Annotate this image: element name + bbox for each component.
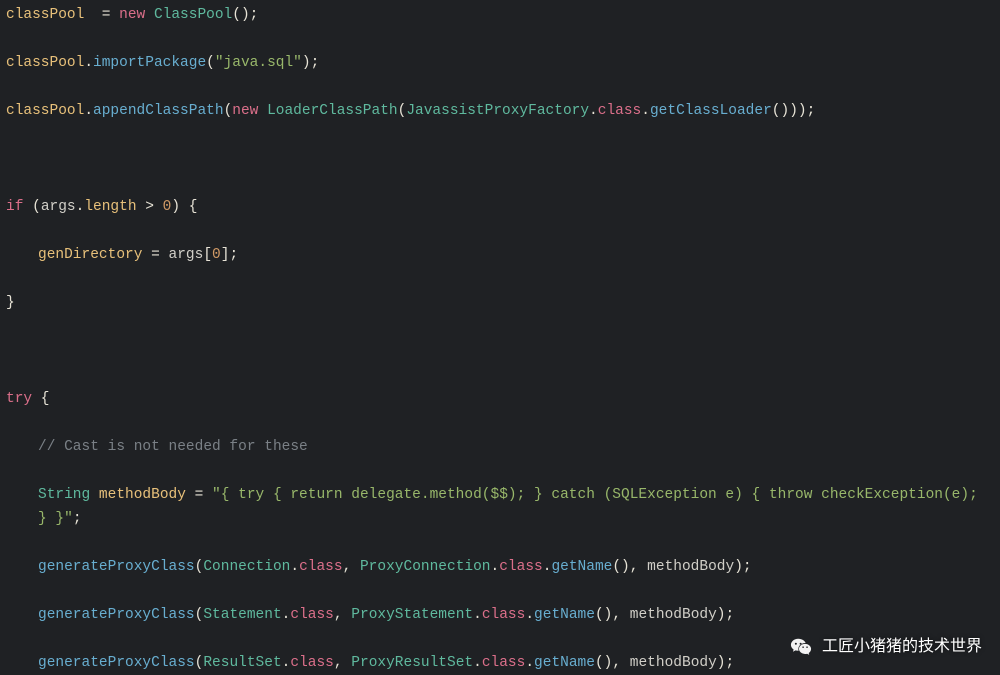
wechat-watermark: 工匠小猪猪的技术世界: [790, 635, 982, 659]
code-line: String methodBody = "{ try { return dele…: [6, 483, 994, 531]
wechat-icon: [790, 636, 812, 658]
code-line: generateProxyClass(Statement.class, Prox…: [6, 603, 994, 627]
code-line: classPool = new ClassPool();: [6, 3, 994, 27]
code-editor[interactable]: classPool = new ClassPool(); classPool.i…: [0, 0, 1000, 675]
code-line: if (args.length > 0) {: [6, 195, 994, 219]
code-line: classPool.appendClassPath(new LoaderClas…: [6, 99, 994, 123]
code-line: genDirectory = args[0];: [6, 243, 994, 267]
code-line: [6, 147, 994, 171]
watermark-text: 工匠小猪猪的技术世界: [822, 635, 982, 659]
code-line: // Cast is not needed for these: [6, 435, 994, 459]
code-line: try {: [6, 387, 994, 411]
code-line: classPool.importPackage("java.sql");: [6, 51, 994, 75]
code-line: [6, 339, 994, 363]
code-line: generateProxyClass(Connection.class, Pro…: [6, 555, 994, 579]
code-line: }: [6, 291, 994, 315]
